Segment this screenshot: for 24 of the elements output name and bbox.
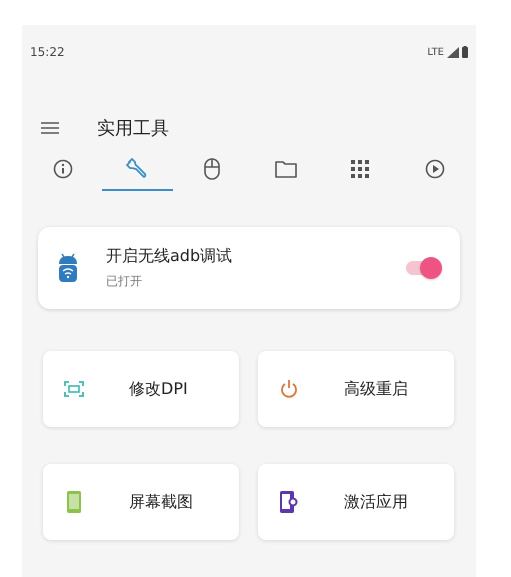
folder-icon [275, 160, 298, 178]
tool-label: 高级重启 [344, 378, 408, 400]
tool-button[interactable]: 高级重启 [258, 351, 454, 427]
setting-status: 已打开 [106, 273, 143, 290]
setting-title: 开启无线adb调试 [106, 246, 234, 267]
wireless-adb-card[interactable]: 开启无线adb调试 已打开 [38, 227, 460, 309]
network-type: LTE [427, 46, 444, 58]
tool-button[interactable]: 修改DPI [43, 351, 239, 427]
tool-label: 修改DPI [129, 378, 188, 400]
tool-button[interactable]: 激活应用 [258, 464, 454, 540]
menu-icon[interactable] [41, 122, 59, 134]
tool-label: 屏幕截图 [129, 492, 193, 512]
page-title: 实用工具 [97, 117, 169, 140]
wrench-icon [126, 158, 148, 180]
tool-label: 激活应用 [344, 492, 408, 512]
signal-icon [447, 46, 459, 58]
play-icon [424, 159, 445, 179]
grid-icon [351, 160, 370, 178]
android-wifi-icon [58, 253, 78, 283]
battery-icon [462, 46, 468, 58]
info-icon [53, 159, 74, 179]
mouse-icon [204, 158, 220, 180]
tool-button[interactable]: 屏幕截图 [43, 464, 239, 540]
status-time: 15:22 [30, 45, 65, 59]
